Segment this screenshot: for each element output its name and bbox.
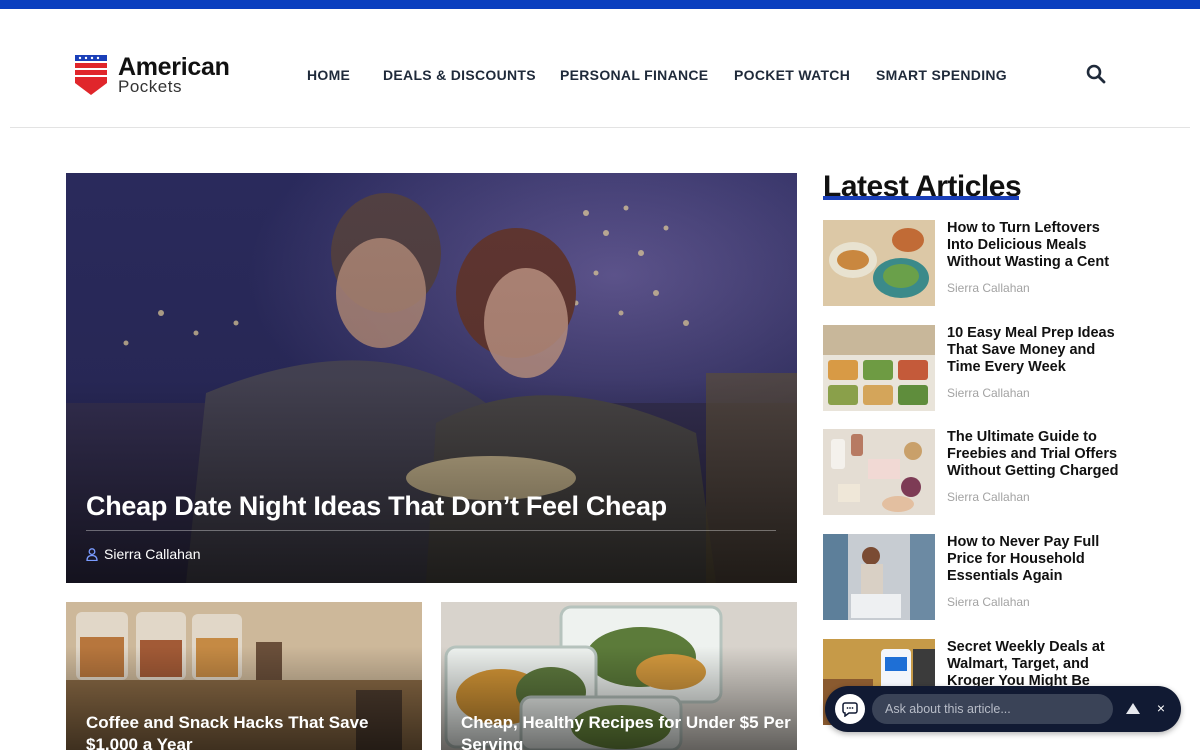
expand-up-icon[interactable] [1124,700,1142,718]
sidebar-article[interactable]: The Ultimate Guide to Freebies and Trial… [823,429,1123,515]
sidebar-article[interactable]: How to Turn Leftovers Into Delicious Mea… [823,220,1123,306]
card-title[interactable]: Coffee and Snack Hacks That Save $1,000 … [86,712,416,750]
nav-item-pocket-watch[interactable]: POCKET WATCH [734,67,850,83]
article-author: Sierra Callahan [947,386,1030,400]
hero-divider [86,530,776,531]
hero-article[interactable]: Cheap Date Night Ideas That Don’t Feel C… [66,173,797,583]
article-card[interactable]: Coffee and Snack Hacks That Save $1,000 … [66,602,422,750]
top-accent-bar [0,0,1200,9]
article-title[interactable]: How to Never Pay Full Price for Househol… [947,534,1125,585]
chat-widget: × [825,686,1181,732]
chat-bubble-icon[interactable] [835,694,865,724]
sidebar-article[interactable]: 10 Easy Meal Prep Ideas That Save Money … [823,325,1123,411]
nav-item-smart-spending[interactable]: SMART SPENDING [876,67,1007,83]
close-icon[interactable]: × [1152,697,1170,719]
article-title[interactable]: 10 Easy Meal Prep Ideas That Save Money … [947,325,1125,376]
article-title[interactable]: Secret Weekly Deals at Walmart, Target, … [947,639,1125,690]
hero-title[interactable]: Cheap Date Night Ideas That Don’t Feel C… [86,489,776,523]
sidebar-article[interactable]: How to Never Pay Full Price for Househol… [823,534,1123,620]
chat-input[interactable] [872,694,1113,724]
search-icon[interactable] [1086,64,1106,84]
thumb-household-essentials [823,534,935,620]
article-author: Sierra Callahan [947,595,1030,609]
article-card[interactable]: Cheap, Healthy Recipes for Under $5 Per … [441,602,797,750]
article-title[interactable]: How to Turn Leftovers Into Delicious Mea… [947,220,1125,271]
nav-item-home[interactable]: HOME [307,67,350,83]
thumb-meal-prep [823,325,935,411]
article-author: Sierra Callahan [947,490,1030,504]
header-divider [10,127,1190,128]
nav-item-personal-finance[interactable]: PERSONAL FINANCE [560,67,708,83]
nav-item-deals-discounts[interactable]: DEALS & DISCOUNTS [383,67,536,83]
card-title[interactable]: Cheap, Healthy Recipes for Under $5 Per … [461,712,791,750]
hero-author[interactable]: Sierra Callahan [86,545,201,563]
article-title[interactable]: The Ultimate Guide to Freebies and Trial… [947,429,1125,480]
thumb-leftovers [823,220,935,306]
user-icon [86,547,98,561]
main-nav: HOME DEALS & DISCOUNTS PERSONAL FINANCE … [0,67,1200,87]
hero-author-name: Sierra Callahan [104,546,201,562]
article-author: Sierra Callahan [947,281,1030,295]
thumb-freebies [823,429,935,515]
sidebar-title-underline [823,196,1019,200]
